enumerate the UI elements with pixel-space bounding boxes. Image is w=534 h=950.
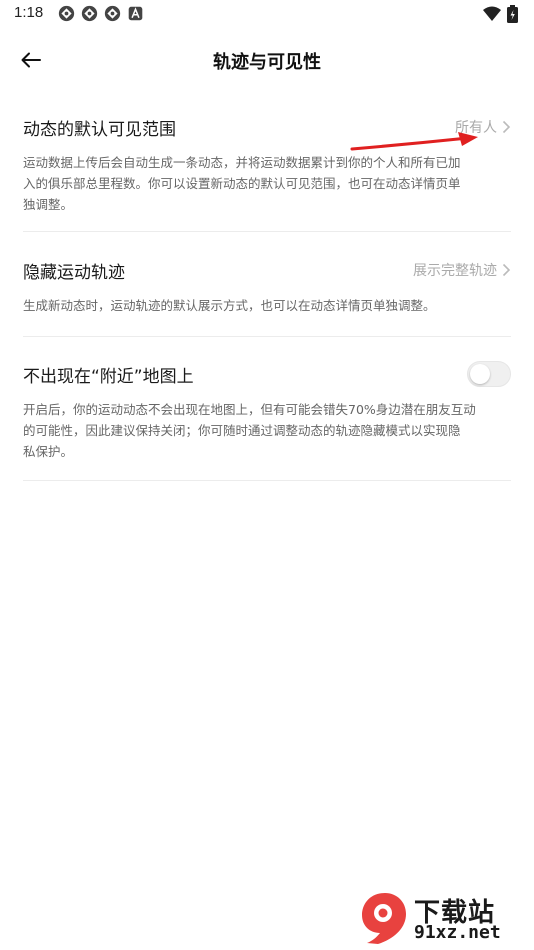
toggle-knob bbox=[470, 364, 490, 384]
description-line: 私保护。 bbox=[23, 444, 74, 459]
nearby-map-description: 开启后，你的运动动态不会出现在地图上，但有可能会错失70%身边潜在朋友互动 的可… bbox=[23, 399, 511, 462]
description-line: 入的俱乐部总里程数。你可以设置新动态的默认可见范围，也可在动态详情页单 bbox=[23, 176, 461, 191]
nearby-map-toggle[interactable] bbox=[467, 361, 511, 387]
a-notification-icon bbox=[128, 6, 143, 21]
nearby-map-label: 不出现在“附近”地图上 bbox=[23, 366, 194, 387]
status-time: 1:18 bbox=[14, 4, 44, 21]
description-line: 的可能性，因此建议保持关闭；你可随时通过调整动态的轨迹隐藏模式以实现隐 bbox=[23, 423, 461, 438]
hide-track-section: 隐藏运动轨迹 展示完整轨迹 生成新动态时，运动轨迹的默认展示方式，也可以在动态详… bbox=[23, 255, 511, 337]
wifi-icon bbox=[483, 6, 501, 21]
hide-track-description: 生成新动态时，运动轨迹的默认展示方式，也可以在动态详情页单独调整。 bbox=[23, 298, 436, 313]
nearby-map-section: 不出现在“附近”地图上 开启后，你的运动动态不会出现在地图上，但有可能会错失70… bbox=[23, 359, 511, 481]
chevron-right-icon bbox=[502, 120, 511, 134]
app-notification-icon bbox=[81, 5, 98, 22]
hide-track-value[interactable]: 展示完整轨迹 bbox=[413, 260, 511, 280]
app-notification-icon bbox=[104, 5, 121, 22]
description-line: 独调整。 bbox=[23, 197, 74, 212]
status-bar: 1:18 bbox=[0, 0, 534, 28]
description-line: 运动数据上传后会自动生成一条动态，并将运动数据累计到你的个人和所有已加 bbox=[23, 155, 461, 170]
watermark-logo-icon bbox=[362, 893, 406, 944]
app-bar: 轨迹与可见性 bbox=[0, 38, 534, 82]
watermark-url: 91xz.net bbox=[414, 922, 501, 943]
app-notification-icon bbox=[58, 5, 75, 22]
description-line: 开启后，你的运动动态不会出现在地图上，但有可能会错失70%身边潜在朋友互动 bbox=[23, 402, 476, 417]
battery-icon bbox=[507, 5, 518, 23]
hide-track-value-text: 展示完整轨迹 bbox=[413, 263, 497, 279]
hide-track-row[interactable]: 隐藏运动轨迹 展示完整轨迹 bbox=[23, 255, 511, 285]
page-title: 轨迹与可见性 bbox=[213, 52, 321, 73]
chevron-right-icon bbox=[502, 263, 511, 277]
system-icons bbox=[483, 5, 518, 23]
default-visibility-label: 动态的默认可见范围 bbox=[23, 119, 176, 140]
default-visibility-description: 运动数据上传后会自动生成一条动态，并将运动数据累计到你的个人和所有已加 入的俱乐… bbox=[23, 152, 511, 215]
annotation-arrow-icon bbox=[350, 132, 478, 151]
nearby-map-row: 不出现在“附近”地图上 bbox=[23, 359, 511, 389]
hide-track-label: 隐藏运动轨迹 bbox=[23, 262, 125, 283]
watermark: 下载站 91xz.net bbox=[358, 890, 530, 946]
notification-icons bbox=[58, 5, 144, 22]
